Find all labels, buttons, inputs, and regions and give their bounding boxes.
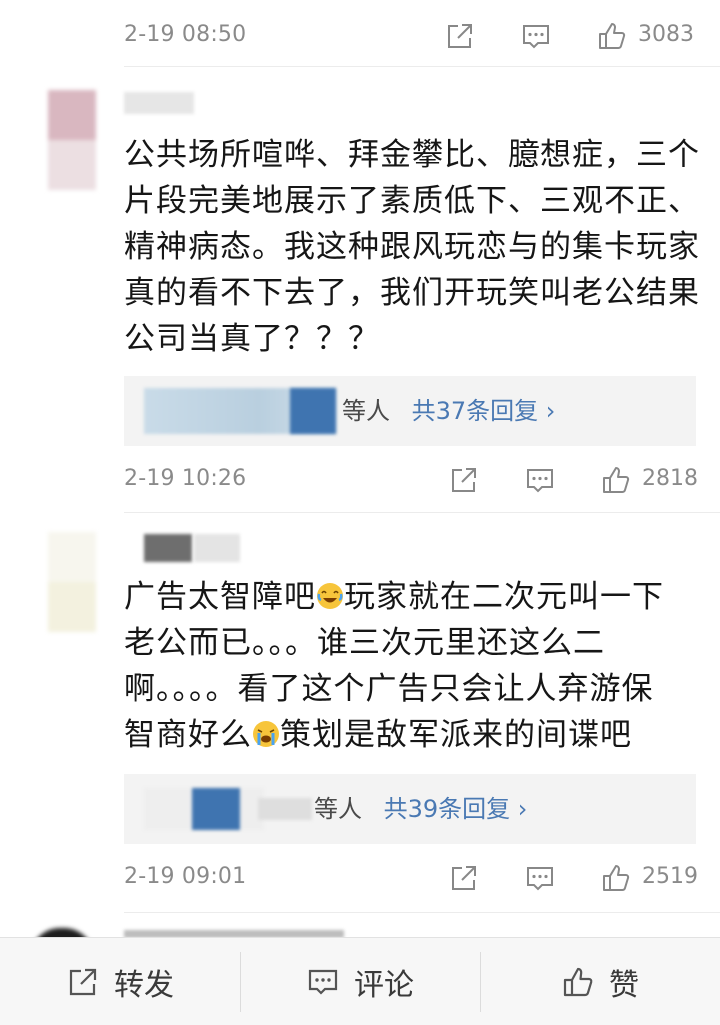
forward-icon[interactable]	[448, 862, 480, 894]
reply-count-link[interactable]: 共37条回复 ›	[412, 397, 556, 425]
divider	[124, 512, 720, 513]
divider	[124, 66, 720, 67]
forward-label: 转发	[114, 968, 174, 1003]
crying-emoji	[253, 721, 279, 747]
comment-label: 评论	[354, 968, 414, 1003]
comment-line: 公司当真了？？？	[124, 321, 380, 357]
divider	[124, 912, 720, 913]
comment-line: 老公而已。。。谁三次元里还这么二	[124, 625, 605, 661]
forward-icon[interactable]	[448, 464, 480, 496]
comment-line: 啊。。。。看了这个广告只会让人弃游保	[124, 671, 654, 707]
forward-icon	[69, 968, 97, 996]
comment-line: 策划是敌军派来的间谍吧	[280, 717, 632, 753]
comment-line: 公共场所喧哗、拜金攀比、臆想症，三个	[124, 137, 700, 173]
bottom-action-bar: 转发 评论 赞	[0, 937, 720, 1025]
comment-body: 公共场所喧哗、拜金攀比、臆想症，三个 片段完美地展示了素质低下、三观不正、 精神…	[124, 132, 704, 362]
comment-line: 玩家就在二次元叫一下	[344, 579, 664, 615]
comment-line: 精神病态。我这种跟风玩恋与的集卡玩家	[124, 229, 700, 265]
like-icon[interactable]	[596, 20, 628, 52]
like-label: 赞	[609, 968, 639, 1003]
comment-line: 广告太智障吧	[124, 579, 316, 615]
reply-preview[interactable]: 等人 共39条回复 ›	[124, 774, 696, 844]
reply-preview[interactable]: 等人 共37条回复 ›	[124, 376, 696, 446]
like-button[interactable]: 赞	[480, 938, 720, 1025]
forward-button[interactable]: 转发	[0, 938, 240, 1025]
comment-timestamp: 2-19 08:50	[124, 22, 247, 47]
comment-timestamp: 2-19 09:01	[124, 864, 247, 889]
reply-users-suffix: 等人	[342, 397, 390, 425]
comment-icon[interactable]	[520, 20, 552, 52]
comment-meta-row: 2-19 09:01 2519	[0, 856, 720, 900]
replier-name	[258, 798, 312, 820]
comment-line: 真的看不下去了，我们开玩笑叫老公结果	[124, 275, 700, 311]
comment-timestamp: 2-19 10:26	[124, 466, 247, 491]
like-count: 3083	[638, 22, 694, 47]
comment-button[interactable]: 评论	[240, 938, 480, 1025]
username[interactable]	[124, 92, 194, 114]
forward-icon[interactable]	[444, 20, 476, 52]
comment-icon[interactable]	[524, 862, 556, 894]
comment-icon[interactable]	[524, 464, 556, 496]
reply-users-suffix: 等人	[314, 795, 362, 823]
avatar[interactable]	[48, 90, 96, 190]
like-icon	[563, 967, 593, 997]
like-count: 2818	[642, 466, 698, 491]
username	[194, 534, 240, 562]
replier-avatar	[192, 788, 240, 830]
comment-meta-row: 2-19 08:50 3083	[0, 14, 720, 58]
comment-line: 片段完美地展示了素质低下、三观不正、	[124, 183, 700, 219]
reply-count-link[interactable]: 共39条回复 ›	[384, 795, 528, 823]
comment-meta-row: 2-19 10:26 2818	[0, 458, 720, 502]
laughing-tears-emoji	[317, 583, 343, 609]
username[interactable]	[144, 534, 192, 562]
like-icon[interactable]	[600, 464, 632, 496]
avatar[interactable]	[48, 532, 96, 632]
comment-line: 智商好么	[124, 717, 252, 753]
comment-icon	[308, 969, 338, 995]
comment-body: 广告太智障吧 玩家就在二次元叫一下 老公而已。。。谁三次元里还这么二 啊。。。。看…	[124, 574, 704, 758]
like-count: 2519	[642, 864, 698, 889]
like-icon[interactable]	[600, 862, 632, 894]
replier-avatar	[290, 388, 336, 434]
